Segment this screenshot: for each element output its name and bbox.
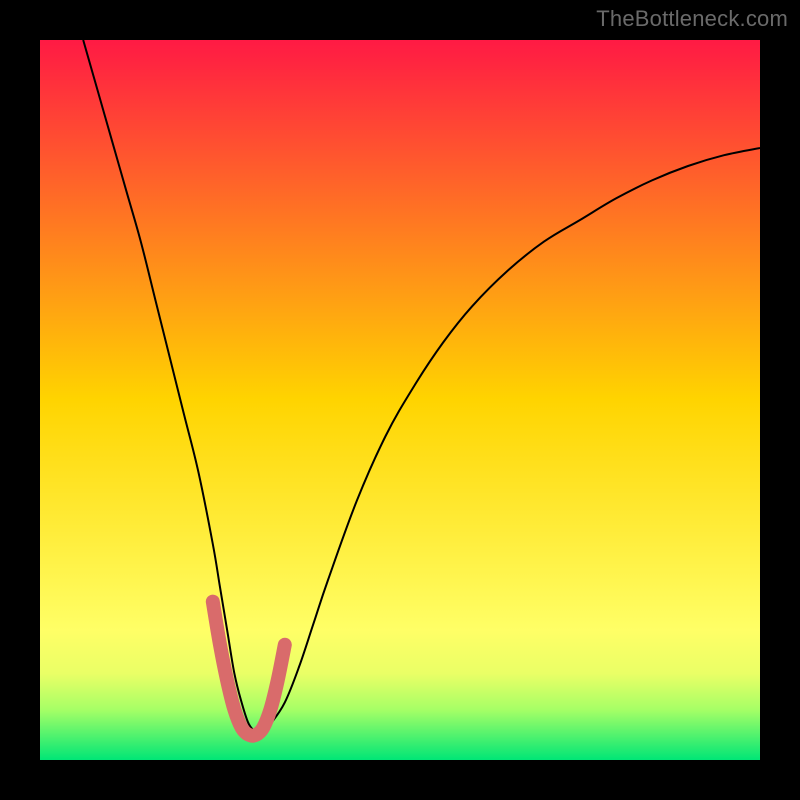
chart-background [40,40,760,760]
chart-plot-area [40,40,760,760]
chart-svg [40,40,760,760]
outer-frame: TheBottleneck.com [0,0,800,800]
watermark-text: TheBottleneck.com [596,6,788,32]
